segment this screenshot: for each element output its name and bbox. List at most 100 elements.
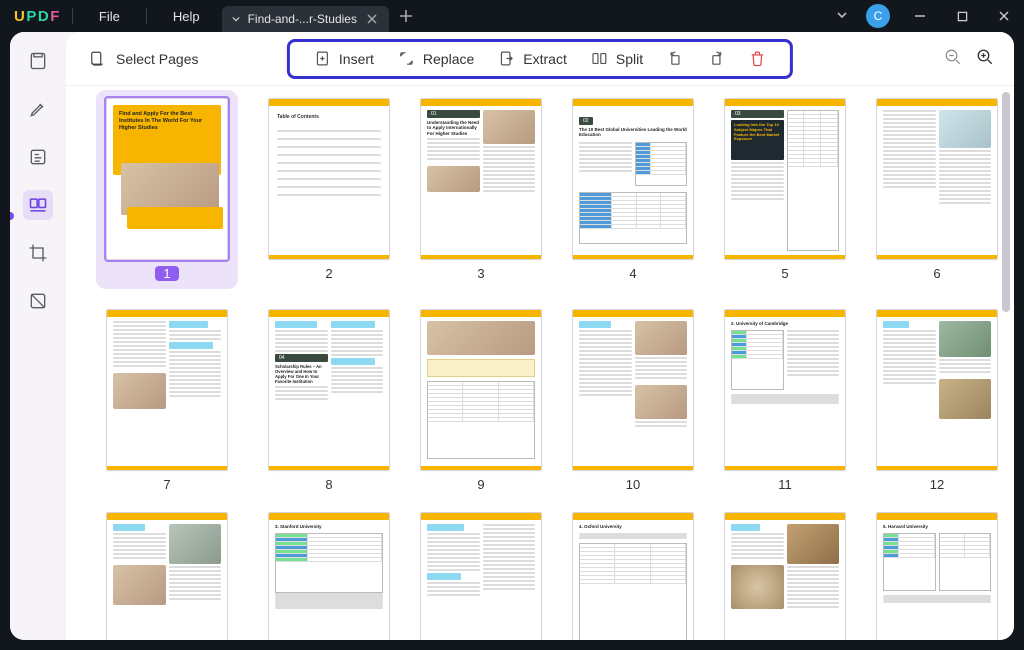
page-thumbnail-1[interactable]: Find and Apply For the Best Institutes I… <box>96 90 238 289</box>
page-number: 4 <box>629 266 636 281</box>
select-pages-label: Select Pages <box>116 51 199 67</box>
window-close-button[interactable] <box>984 0 1024 32</box>
replace-page-button[interactable]: Replace <box>398 50 474 67</box>
page-number: 5 <box>781 266 788 281</box>
sec-heading: Scholarship Rules – An Overview and How … <box>275 364 328 384</box>
divider <box>146 8 147 24</box>
split-icon <box>591 50 608 67</box>
page-number: 9 <box>477 477 484 492</box>
reader-mode-button[interactable] <box>23 46 53 76</box>
reader-icon <box>28 51 48 71</box>
page-thumbnail-17[interactable] <box>724 512 846 640</box>
replace-icon <box>398 50 415 67</box>
rotate-left-button[interactable] <box>667 50 684 67</box>
organize-pages-button[interactable] <box>23 190 53 220</box>
page-number: 8 <box>325 477 332 492</box>
window-maximize-button[interactable] <box>942 0 982 32</box>
vertical-scrollbar[interactable] <box>1002 92 1010 626</box>
tab-title: Find-and-...r-Studies <box>248 12 357 26</box>
document-tab[interactable]: Find-and-...r-Studies <box>222 6 389 32</box>
menu-file[interactable]: File <box>85 0 134 32</box>
page-thumbnail-18[interactable]: 5. Harvard University <box>876 512 998 640</box>
plus-icon <box>399 9 413 23</box>
page-number: 12 <box>930 477 944 492</box>
page-thumbnail-2[interactable]: Table of Contents 2 <box>268 98 390 289</box>
comment-mode-button[interactable] <box>23 94 53 124</box>
crop-icon <box>28 243 48 263</box>
tools-mode-button[interactable] <box>23 286 53 316</box>
user-avatar[interactable]: C <box>866 4 890 28</box>
page-thumbnail-14[interactable]: 3. Stanford University <box>268 512 390 640</box>
rotate-left-icon <box>667 50 684 67</box>
trash-icon <box>749 50 766 67</box>
tools-icon <box>28 291 48 311</box>
delete-page-button[interactable] <box>749 50 766 67</box>
zoom-in-icon <box>976 48 994 66</box>
tab-close-button[interactable] <box>365 12 379 26</box>
page-thumbnail-9[interactable]: 9 <box>420 309 542 492</box>
page-thumbnail-11[interactable]: 2. University of Cambridge <box>724 309 846 492</box>
zoom-in-button[interactable] <box>976 48 994 69</box>
sec-heading: 2. University of Cambridge <box>731 321 839 326</box>
window-minimize-button[interactable] <box>900 0 940 32</box>
select-pages-button[interactable]: Select Pages <box>88 50 199 68</box>
app-frame: Select Pages Insert Replace Extract Sp <box>10 32 1014 640</box>
rotate-right-button[interactable] <box>708 50 725 67</box>
sec-heading: 5. Harvard University <box>883 524 991 529</box>
extract-label: Extract <box>523 51 567 67</box>
minimize-icon <box>914 10 926 22</box>
maximize-icon <box>957 11 968 22</box>
page-number: 3 <box>477 266 484 281</box>
insert-icon <box>314 50 331 67</box>
zoom-out-icon <box>944 48 962 66</box>
extract-icon <box>498 50 515 67</box>
page-thumbnail-15[interactable] <box>420 512 542 640</box>
page-number: 2 <box>325 266 332 281</box>
new-tab-button[interactable] <box>399 9 413 23</box>
page-thumbnail-12[interactable]: 12 <box>876 309 998 492</box>
toc-title: Table of Contents <box>277 114 381 120</box>
sec-heading: Looking Into the Top 10 Subject Majors T… <box>734 123 781 142</box>
sec-heading: 3. Stanford University <box>275 524 383 529</box>
sec-heading: Understanding the Need to Apply Internat… <box>427 120 480 136</box>
insert-page-button[interactable]: Insert <box>314 50 374 67</box>
zoom-out-button[interactable] <box>944 48 962 69</box>
tab-dropdown-icon <box>232 15 240 23</box>
avatar-initial: C <box>874 9 883 23</box>
split-page-button[interactable]: Split <box>591 50 643 67</box>
page-thumbnail-4[interactable]: 02 The 10 Best Global Universities Leadi… <box>572 98 694 289</box>
scrollbar-thumb[interactable] <box>1002 92 1010 312</box>
thumbnails-area: Find and Apply For the Best Institutes I… <box>66 86 1014 640</box>
page-actions-highlight: Insert Replace Extract Split <box>287 39 793 79</box>
edit-text-icon <box>28 147 48 167</box>
rotate-right-icon <box>708 50 725 67</box>
close-icon <box>998 10 1010 22</box>
close-icon <box>367 14 377 24</box>
select-pages-icon <box>88 50 106 68</box>
page-thumbnail-5[interactable]: 03 Looking Into the Top 10 Subject Major… <box>724 98 846 289</box>
tab-overflow-button[interactable] <box>836 9 848 24</box>
page-thumbnail-6[interactable]: 6 <box>876 98 998 289</box>
extract-page-button[interactable]: Extract <box>498 50 567 67</box>
replace-label: Replace <box>423 51 474 67</box>
page-thumbnail-10[interactable]: 10 <box>572 309 694 492</box>
page-thumbnail-16[interactable]: 4. Oxford University <box>572 512 694 640</box>
chevron-down-icon <box>836 9 848 21</box>
cover-title: Find and Apply For the Best Institutes I… <box>119 111 215 132</box>
crop-mode-button[interactable] <box>23 238 53 268</box>
page-thumbnail-13[interactable] <box>96 512 238 640</box>
divider <box>72 8 73 24</box>
page-thumbnail-8[interactable]: 04 Scholarship Rules – An Overview and H… <box>268 309 390 492</box>
page-thumbnail-7[interactable]: 7 <box>96 309 238 492</box>
sec-heading: 4. Oxford University <box>579 524 687 529</box>
collapse-handle[interactable] <box>10 212 14 220</box>
menu-help[interactable]: Help <box>159 0 214 32</box>
highlighter-icon <box>28 99 48 119</box>
thumbnails-grid: Find and Apply For the Best Institutes I… <box>96 98 984 640</box>
edit-mode-button[interactable] <box>23 142 53 172</box>
page-thumbnail-3[interactable]: 01 Understanding the Need to Apply Inter… <box>420 98 542 289</box>
page-number: 10 <box>626 477 640 492</box>
page-number: 7 <box>163 477 170 492</box>
app-logo: UPDF <box>0 8 60 25</box>
page-toolbar: Select Pages Insert Replace Extract Sp <box>66 32 1014 86</box>
